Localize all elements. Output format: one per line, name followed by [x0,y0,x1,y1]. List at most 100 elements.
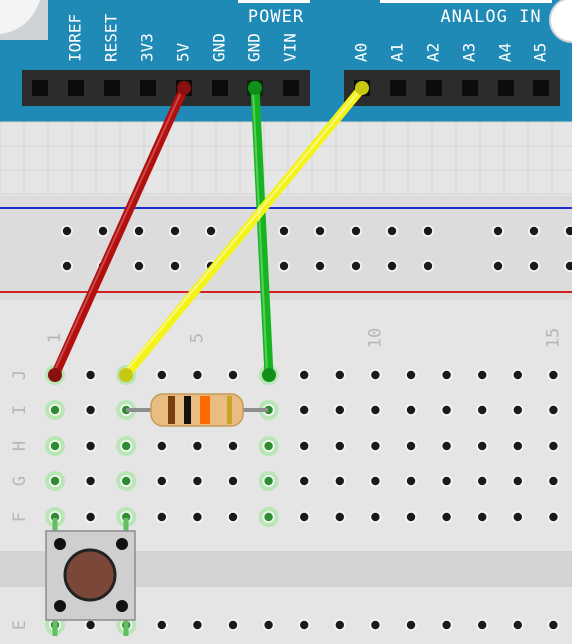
breadboard-hole[interactable] [478,441,487,451]
breadboard-hole[interactable] [513,405,522,415]
breadboard-hole[interactable] [371,370,380,380]
breadboard-hole[interactable] [371,620,380,630]
breadboard-hole[interactable] [335,620,344,630]
breadboard-hole[interactable] [122,476,131,486]
rail-hole[interactable] [279,226,289,236]
rail-hole[interactable] [170,226,180,236]
breadboard-hole[interactable] [335,441,344,451]
breadboard-hole[interactable] [50,405,60,415]
breadboard-hole[interactable] [157,441,166,451]
breadboard-hole[interactable] [371,405,380,415]
breadboard-hole[interactable] [549,620,558,630]
breadboard-hole[interactable] [442,441,451,451]
breadboard-hole[interactable] [264,620,273,630]
breadboard-hole[interactable] [478,476,487,486]
breadboard-hole[interactable] [335,512,344,522]
rail-hole[interactable] [98,226,108,236]
breadboard-hole[interactable] [513,370,522,380]
breadboard-hole[interactable] [300,441,309,451]
rail-hole[interactable] [351,261,361,271]
breadboard-hole[interactable] [300,620,309,630]
breadboard-hole[interactable] [513,476,522,486]
breadboard-hole[interactable] [86,405,95,415]
rail-hole[interactable] [134,261,144,271]
breadboard-hole[interactable] [406,620,416,630]
breadboard-hole[interactable] [193,370,202,380]
breadboard-hole[interactable] [50,476,60,486]
breadboard-hole[interactable] [264,512,273,522]
breadboard-hole[interactable] [406,370,416,380]
breadboard-hole[interactable] [335,405,344,415]
rail-hole[interactable] [529,261,539,271]
breadboard-hole[interactable] [157,476,166,486]
breadboard-hole[interactable] [122,441,131,451]
breadboard-hole[interactable] [478,512,487,522]
rail-hole[interactable] [279,261,289,271]
breadboard-hole[interactable] [549,441,558,451]
rail-hole[interactable] [423,226,433,236]
breadboard-hole[interactable] [513,512,522,522]
breadboard-hole[interactable] [442,405,451,415]
breadboard-hole[interactable] [442,512,451,522]
breadboard-hole[interactable] [228,476,238,486]
rail-hole[interactable] [423,261,433,271]
breadboard-hole[interactable] [193,441,202,451]
breadboard-hole[interactable] [442,370,451,380]
breadboard-hole[interactable] [406,476,416,486]
breadboard-hole[interactable] [406,405,416,415]
breadboard-hole[interactable] [193,512,202,522]
breadboard-hole[interactable] [228,370,238,380]
breadboard-hole[interactable] [86,620,95,630]
rail-hole[interactable] [170,261,180,271]
breadboard-hole[interactable] [86,370,95,380]
pushbutton-cap[interactable] [63,548,117,602]
breadboard-hole[interactable] [300,512,309,522]
breadboard-hole[interactable] [86,512,95,522]
breadboard-hole[interactable] [193,476,202,486]
rail-hole[interactable] [351,226,361,236]
breadboard-hole[interactable] [549,476,558,486]
breadboard-hole[interactable] [335,476,344,486]
breadboard-hole[interactable] [300,476,309,486]
rail-hole[interactable] [387,226,397,236]
breadboard-hole[interactable] [371,512,380,522]
breadboard-hole[interactable] [549,512,558,522]
pushbutton[interactable] [45,518,136,636]
breadboard-hole[interactable] [478,620,487,630]
breadboard-hole[interactable] [371,441,380,451]
breadboard-hole[interactable] [335,370,344,380]
breadboard-hole[interactable] [228,620,238,630]
rail-hole[interactable] [315,226,325,236]
breadboard-hole[interactable] [442,620,451,630]
breadboard-hole[interactable] [300,370,309,380]
breadboard-hole[interactable] [549,405,558,415]
breadboard-hole[interactable] [86,441,95,451]
breadboard-hole[interactable] [193,620,202,630]
breadboard-hole[interactable] [478,370,487,380]
rail-hole[interactable] [134,226,144,236]
rail-hole[interactable] [206,226,216,236]
rail-hole[interactable] [62,226,72,236]
breadboard-hole[interactable] [228,441,238,451]
breadboard-hole[interactable] [300,405,309,415]
rail-hole[interactable] [315,261,325,271]
breadboard-hole[interactable] [86,476,95,486]
rail-hole[interactable] [62,261,72,271]
breadboard-hole[interactable] [157,370,166,380]
rail-hole[interactable] [529,226,539,236]
breadboard-hole[interactable] [264,476,273,486]
rail-hole[interactable] [493,226,503,236]
breadboard-hole[interactable] [50,441,60,451]
breadboard-hole[interactable] [371,476,380,486]
breadboard-hole[interactable] [513,620,522,630]
breadboard-hole[interactable] [228,512,238,522]
breadboard-hole[interactable] [157,620,166,630]
breadboard-hole[interactable] [549,370,558,380]
rail-hole[interactable] [387,261,397,271]
breadboard-hole[interactable] [513,441,522,451]
breadboard-hole[interactable] [264,441,273,451]
rail-hole[interactable] [493,261,503,271]
breadboard-hole[interactable] [406,441,416,451]
breadboard-hole[interactable] [406,512,416,522]
breadboard-hole[interactable] [478,405,487,415]
